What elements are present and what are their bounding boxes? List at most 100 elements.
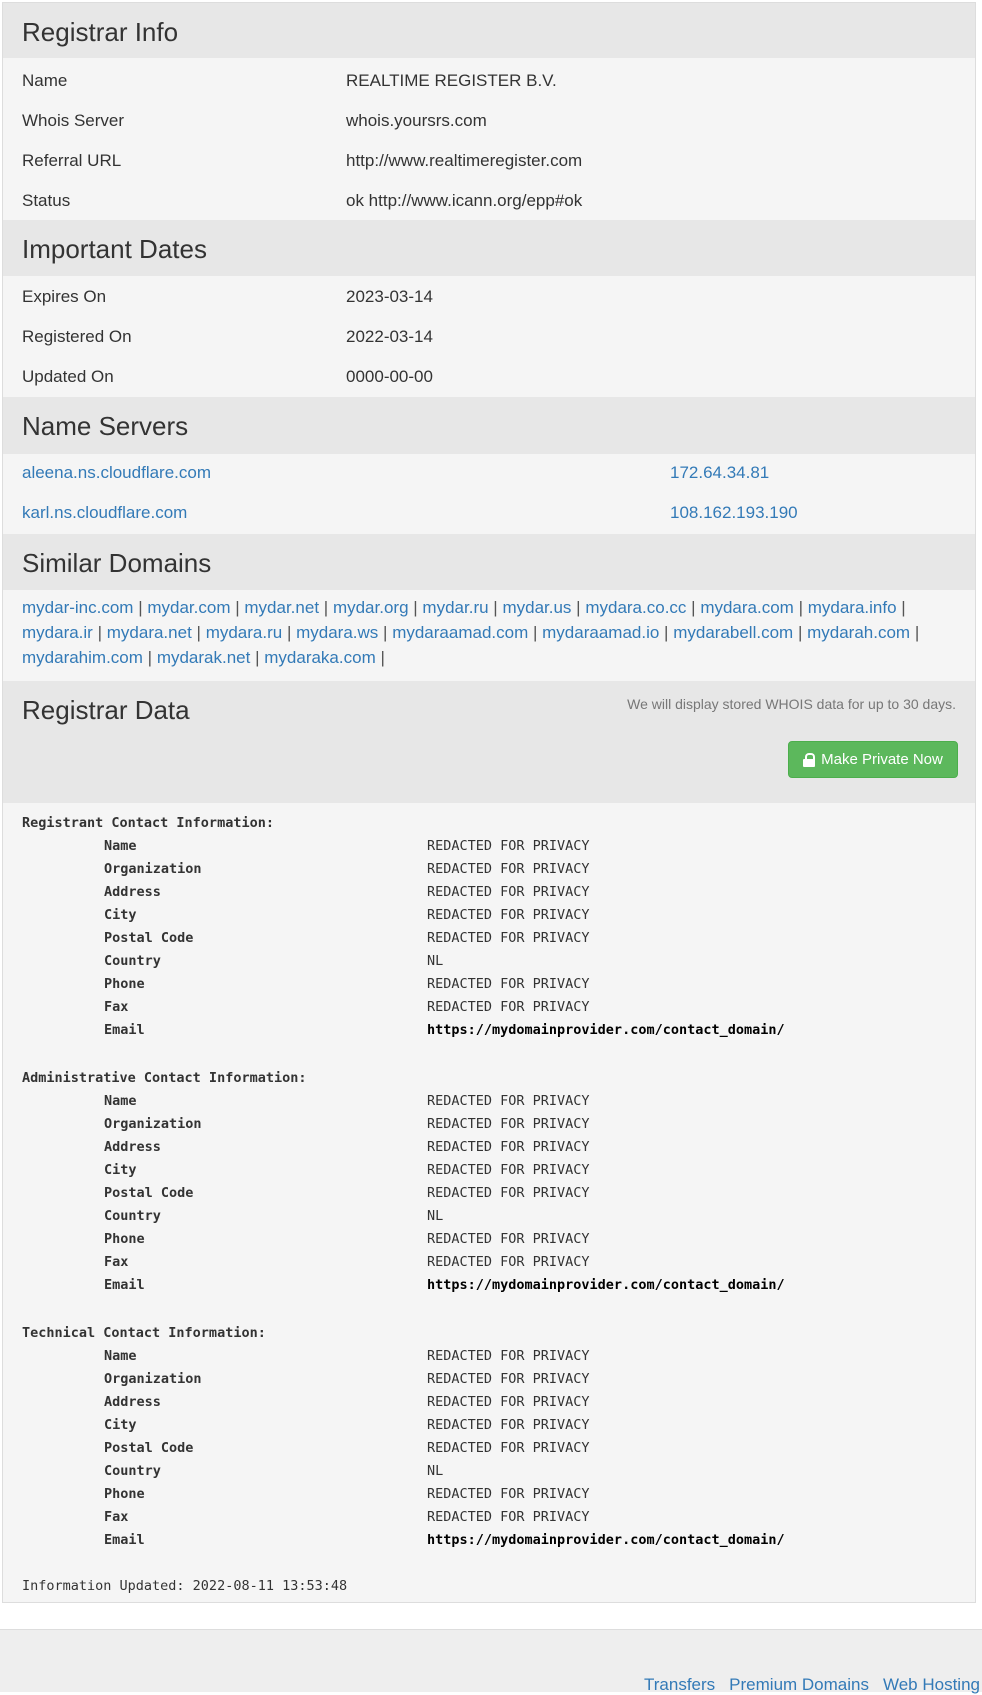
similar-domain-link[interactable]: mydara.info: [808, 598, 897, 617]
similar-domain-link[interactable]: mydar.us: [502, 598, 571, 617]
information-updated: Information Updated: 2022-08-11 13:53:48: [22, 1578, 348, 1594]
contact-field-value: REDACTED FOR PRIVACY: [427, 861, 590, 877]
contact-field-key: Address: [104, 1394, 161, 1410]
whois-server-label: Whois Server: [22, 111, 125, 130]
contact-field-value: REDACTED FOR PRIVACY: [427, 1093, 590, 1109]
similar-domain-link[interactable]: mydara.net: [107, 623, 192, 642]
domain-separator: |: [798, 598, 803, 617]
registrar-data-title: Registrar Data: [22, 695, 190, 725]
similar-domain-link[interactable]: mydara.co.cc: [585, 598, 686, 617]
similar-domain-link[interactable]: mydaraamad.com: [392, 623, 528, 642]
similar-domain-link[interactable]: mydar.net: [244, 598, 319, 617]
similar-domain-link[interactable]: mydar-inc.com: [22, 598, 133, 617]
similar-domain-link[interactable]: mydaraka.com: [264, 648, 375, 667]
similar-domains-header: Similar Domains: [3, 534, 975, 590]
contact-field-key: Postal Code: [104, 1185, 194, 1201]
contact-field-value: REDACTED FOR PRIVACY: [427, 1486, 590, 1502]
domain-separator: |: [147, 648, 153, 667]
status-value: ok http://www.icann.org/epp#ok: [346, 191, 583, 210]
domain-separator: |: [380, 648, 385, 667]
make-private-button[interactable]: Make Private Now: [788, 741, 958, 778]
similar-domain-link[interactable]: mydaraamad.io: [542, 623, 659, 642]
contact-field-key: Organization: [104, 1371, 202, 1387]
similar-domains-list: mydar-inc.com | mydar.com | mydar.net | …: [22, 595, 962, 670]
similar-domain-link[interactable]: mydar.ru: [422, 598, 488, 617]
whois-panel: Registrar Info Name REALTIME REGISTER B.…: [2, 2, 976, 1603]
similar-domain-link[interactable]: mydara.ru: [206, 623, 283, 642]
footer-link[interactable]: Premium Domains: [729, 1675, 869, 1694]
registrar-info-header: Registrar Info: [3, 3, 975, 58]
status-label: Status: [22, 191, 71, 210]
contact-field-key: Fax: [104, 1509, 129, 1525]
contact-field-key: Name: [104, 838, 137, 854]
contact-field-value: REDACTED FOR PRIVACY: [427, 907, 590, 923]
similar-domain-link[interactable]: mydarabell.com: [673, 623, 793, 642]
contact-section-heading: Technical Contact Information:: [22, 1325, 266, 1341]
similar-domain-link[interactable]: mydarak.net: [157, 648, 251, 667]
domain-separator: |: [664, 623, 669, 642]
contact-section-heading: Administrative Contact Information:: [22, 1070, 307, 1086]
domain-separator: |: [797, 623, 803, 642]
contact-field-key: Email: [104, 1022, 145, 1038]
contact-field-value: REDACTED FOR PRIVACY: [427, 884, 590, 900]
footer-link[interactable]: Web Hosting: [883, 1675, 980, 1694]
contact-email-value: https://mydomainprovider.com/contact_dom…: [427, 1532, 785, 1548]
referral-url-label: Referral URL: [22, 151, 122, 170]
contact-field-key: Country: [104, 1208, 161, 1224]
domain-separator: |: [235, 598, 240, 617]
footer-link[interactable]: Transfers: [644, 1675, 715, 1694]
contact-field-key: Postal Code: [104, 1440, 194, 1456]
contact-field-value: REDACTED FOR PRIVACY: [427, 1139, 590, 1155]
contact-field-key: Country: [104, 1463, 161, 1479]
domain-separator: |: [97, 623, 103, 642]
similar-domain-link[interactable]: mydara.ws: [296, 623, 378, 642]
contact-field-value: REDACTED FOR PRIVACY: [427, 930, 590, 946]
registrar-info-title: Registrar Info: [22, 17, 179, 47]
contact-field-value: REDACTED FOR PRIVACY: [427, 1185, 590, 1201]
similar-domains-title: Similar Domains: [22, 548, 212, 578]
domain-separator: |: [413, 598, 418, 617]
domain-separator: |: [901, 598, 906, 617]
contact-email-value: https://mydomainprovider.com/contact_dom…: [427, 1022, 785, 1038]
contact-field-value: NL: [427, 1208, 444, 1224]
contact-field-value: REDACTED FOR PRIVACY: [427, 1348, 590, 1364]
contact-field-value: REDACTED FOR PRIVACY: [427, 1116, 590, 1132]
name-server-host-link[interactable]: karl.ns.cloudflare.com: [22, 503, 187, 523]
contact-field-key: Organization: [104, 1116, 202, 1132]
contact-field-key: Name: [104, 1093, 137, 1109]
contact-field-value: REDACTED FOR PRIVACY: [427, 1417, 590, 1433]
contact-field-value: REDACTED FOR PRIVACY: [427, 1162, 590, 1178]
domain-separator: |: [691, 598, 696, 617]
similar-domain-link[interactable]: mydarah.com: [807, 623, 910, 642]
contact-field-key: Fax: [104, 999, 129, 1015]
name-servers-title: Name Servers: [22, 411, 189, 441]
contact-field-key: Email: [104, 1532, 145, 1548]
contact-field-key: City: [104, 1417, 137, 1433]
contact-field-value: REDACTED FOR PRIVACY: [427, 1254, 590, 1270]
similar-domain-link[interactable]: mydarahim.com: [22, 648, 143, 667]
contact-email-value: https://mydomainprovider.com/contact_dom…: [427, 1277, 785, 1293]
domain-separator: |: [323, 598, 329, 617]
updated-on-value: 0000-00-00: [346, 367, 433, 386]
expires-on-value: 2023-03-14: [346, 287, 433, 306]
domain-separator: |: [286, 623, 292, 642]
contact-field-value: REDACTED FOR PRIVACY: [427, 1509, 590, 1525]
domain-separator: |: [196, 623, 201, 642]
name-server-ip-link[interactable]: 108.162.193.190: [670, 503, 798, 523]
similar-domain-link[interactable]: mydar.org: [333, 598, 409, 617]
name-server-ip-link[interactable]: 172.64.34.81: [670, 463, 769, 483]
contact-field-key: Organization: [104, 861, 202, 877]
similar-domain-link[interactable]: mydara.com: [700, 598, 794, 617]
footer: Transfers Premium Domains Web Hosting: [0, 1629, 982, 1694]
referral-url-value: http://www.realtimeregister.com: [346, 151, 583, 170]
similar-domain-link[interactable]: mydara.ir: [22, 623, 93, 642]
registered-on-value: 2022-03-14: [346, 327, 433, 346]
similar-domain-link[interactable]: mydar.com: [147, 598, 230, 617]
domain-separator: |: [383, 623, 388, 642]
contact-field-key: Email: [104, 1277, 145, 1293]
contact-field-key: Country: [104, 953, 161, 969]
name-server-host-link[interactable]: aleena.ns.cloudflare.com: [22, 463, 211, 483]
contact-field-key: Address: [104, 1139, 161, 1155]
whois-server-value: whois.yoursrs.com: [346, 111, 487, 130]
important-dates-header: Important Dates: [3, 220, 975, 276]
